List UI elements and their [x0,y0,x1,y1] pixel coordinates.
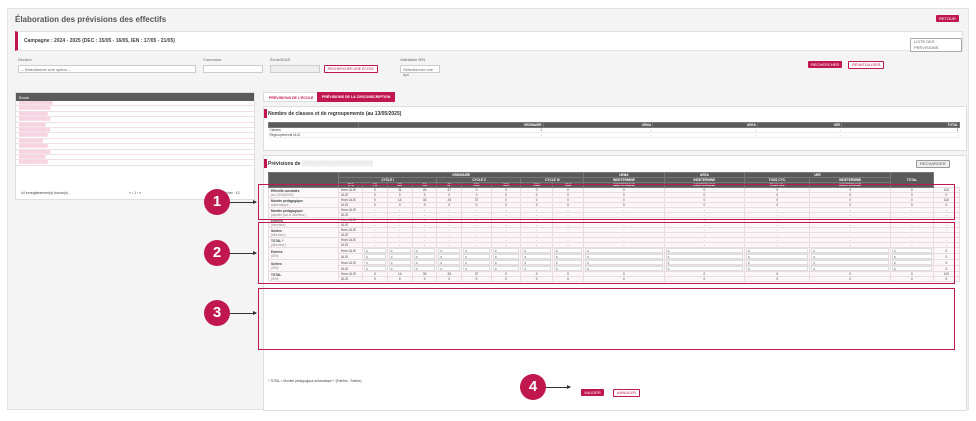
highlight-box-3 [258,288,955,350]
total-note: * TOTAL = Montée pédagogique automatique… [268,379,362,383]
table-row: Regroupements ULIS - - - - - [268,132,960,138]
tab-circonscription[interactable]: PRÉVISIONS DE LA CIRCONSCRIPTION [317,92,396,102]
school-list-header: École [16,93,254,101]
classes-panel: Nombre de classes et de regroupements (a… [263,106,967,151]
classes-table: ORDINAIRE UEMA UEEA UEE TOTAL Classes 1- - -1 R… [268,122,960,138]
school-row[interactable]: ▒▒▒▒▒▒▒▒▒▒▒▒ [16,160,254,166]
highlight-box-1 [258,184,955,220]
reinitialiser-button[interactable]: RÉINITIALISER [848,61,885,69]
page-title: Élaboration des prévisions des effectifs [15,15,167,24]
callout-1: 1 [204,189,230,215]
annuler-button[interactable]: ANNULER [613,389,641,397]
callout-arrow [546,385,571,389]
retour-button[interactable]: RETOUR [936,15,959,22]
recharger-button[interactable]: RECHARGER [916,160,950,168]
callout-arrow [230,200,257,204]
callout-4: 4 [520,374,546,400]
liste-previsions-button[interactable]: LISTE DES PRÉVISIONS [910,38,962,52]
pager-controls[interactable]: « ‹ 1 › » [129,191,141,195]
callout-2: 2 [204,240,230,266]
highlight-box-2 [258,222,955,284]
callout-3: 3 [204,300,230,326]
commune-label: Commune [203,57,222,62]
school-list: École ▒▒▒▒▒▒▒▒▒▒▒▒▒▒ ▒▒▒▒▒▒▒▒▒▒▒▒▒ ▒▒▒▒▒… [15,92,255,200]
secteur-select[interactable]: -- Sélectionner une option -- [18,65,196,73]
validation-select[interactable]: Sélectionner une opt. [400,65,440,77]
records-count: 44 enregistrement(s) trouvé(s) [21,191,69,195]
validation-label: Validation IEN [400,57,426,62]
rechercher-button[interactable]: RECHERCHER [808,61,843,68]
commune-input[interactable] [203,65,263,73]
tab-ecole[interactable]: PRÉVISIONS DE L'ÉCOLE [263,92,320,102]
ecole-input[interactable] [270,65,320,73]
campaign-bar: Campagne : 2024 - 2025 (DEC : 15/05 - 16… [15,31,963,52]
ecole-label: École/IDAS [270,57,291,62]
campaign-label: Campagne : 2024 - 2025 (DEC : 15/05 - 16… [24,38,175,44]
previsions-title: Prévisions de ▒▒▒▒▒▒▒▒▒▒▒▒▒▒▒▒▒▒▒▒ [268,161,373,167]
classes-title: Nombre de classes et de regroupements (a… [268,111,402,117]
callout-arrow [230,311,257,315]
rechercher-ecole-button[interactable]: RECHERCHER UNE ÉCOLE [324,65,378,73]
valider-button[interactable]: VALIDER [581,389,604,396]
callout-arrow [230,251,257,255]
secteur-label: Secteur [18,57,32,62]
